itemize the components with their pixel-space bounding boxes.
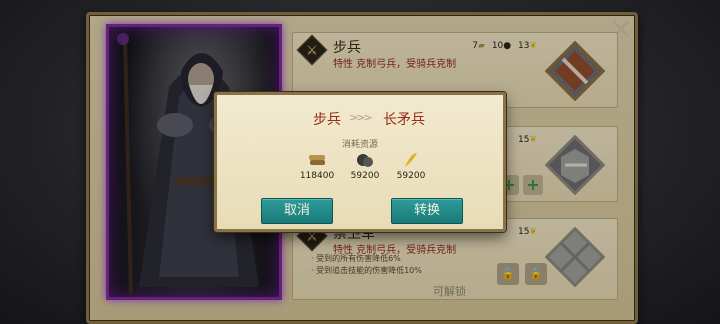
resource-value: 59200 (396, 171, 426, 181)
convert-button[interactable]: 转换 (391, 198, 463, 224)
consume-label: 消耗资源 (341, 140, 378, 150)
cancel-button[interactable]: 取消 (261, 198, 333, 224)
resource-grain: 59200 (381, 151, 441, 181)
convert-from-unit: 步兵 (313, 112, 341, 128)
grain-icon (405, 153, 417, 167)
wood-icon (309, 155, 325, 165)
convert-dialog: 步兵 >>> 长矛兵 消耗资源 118400 59200 59200 取消 转换 (214, 92, 506, 232)
iron-ore-icon (357, 154, 373, 167)
convert-arrow-icon: >>> (349, 111, 373, 124)
convert-to-unit: 长矛兵 (383, 112, 425, 128)
